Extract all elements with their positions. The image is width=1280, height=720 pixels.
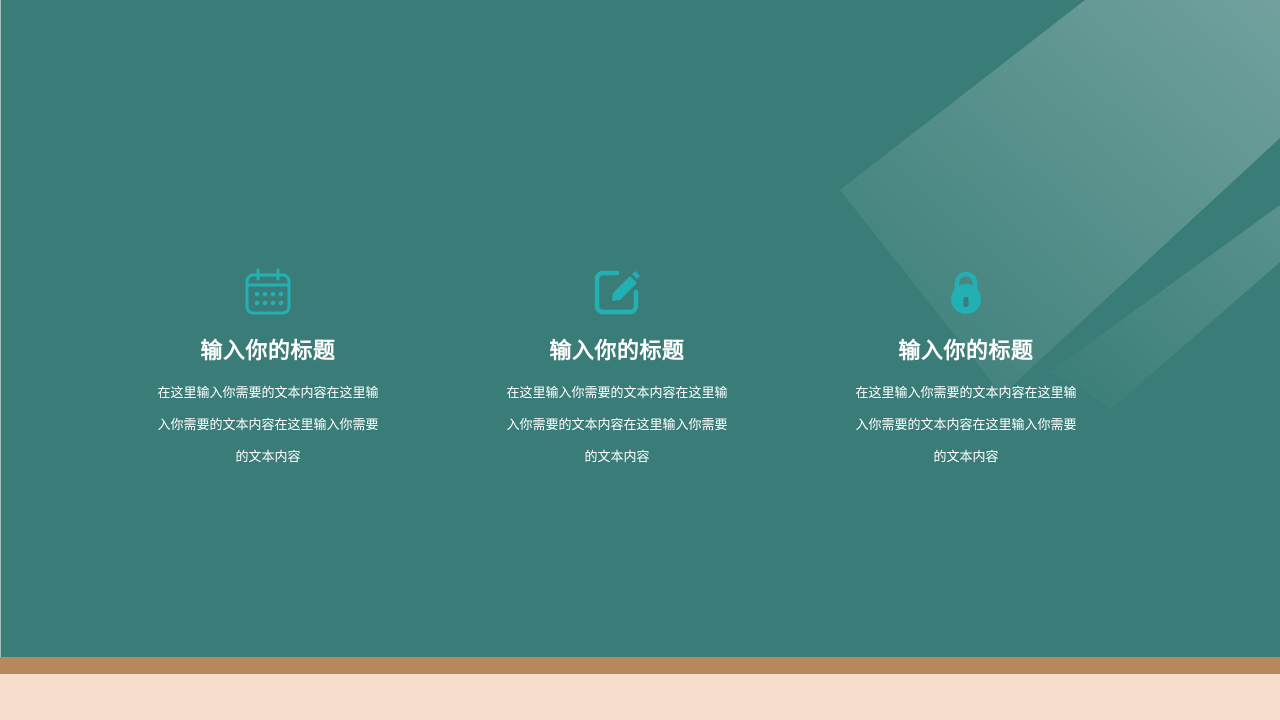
- footer-band-brown: [0, 657, 1280, 674]
- feature-body: 在这里输入你需要的文本内容在这里输入你需要的文本内容在这里输入你需要的文本内容: [157, 386, 379, 465]
- features-row: 输入你的标题 在这里输入你需要的文本内容在这里输入你需要的文本内容在这里输入你需…: [0, 0, 1280, 657]
- feature-card: 输入你的标题 在这里输入你需要的文本内容在这里输入你需要的文本内容在这里输入你需…: [497, 268, 737, 474]
- calendar-icon: [245, 268, 291, 315]
- feature-card: 输入你的标题 在这里输入你需要的文本内容在这里输入你需要的文本内容在这里输入你需…: [846, 268, 1086, 474]
- edit-icon: [594, 270, 640, 315]
- feature-body: 在这里输入你需要的文本内容在这里输入你需要的文本内容在这里输入你需要的文本内容: [855, 386, 1077, 465]
- footer-band-peach: [0, 674, 1280, 720]
- lock-icon: [951, 271, 981, 314]
- slide: 输入你的标题 在这里输入你需要的文本内容在这里输入你需要的文本内容在这里输入你需…: [0, 0, 1280, 720]
- feature-title: 输入你的标题: [549, 339, 685, 364]
- feature-card: 输入你的标题 在这里输入你需要的文本内容在这里输入你需要的文本内容在这里输入你需…: [148, 268, 388, 474]
- feature-title: 输入你的标题: [200, 339, 336, 364]
- feature-title: 输入你的标题: [898, 339, 1034, 364]
- feature-body: 在这里输入你需要的文本内容在这里输入你需要的文本内容在这里输入你需要的文本内容: [506, 386, 728, 465]
